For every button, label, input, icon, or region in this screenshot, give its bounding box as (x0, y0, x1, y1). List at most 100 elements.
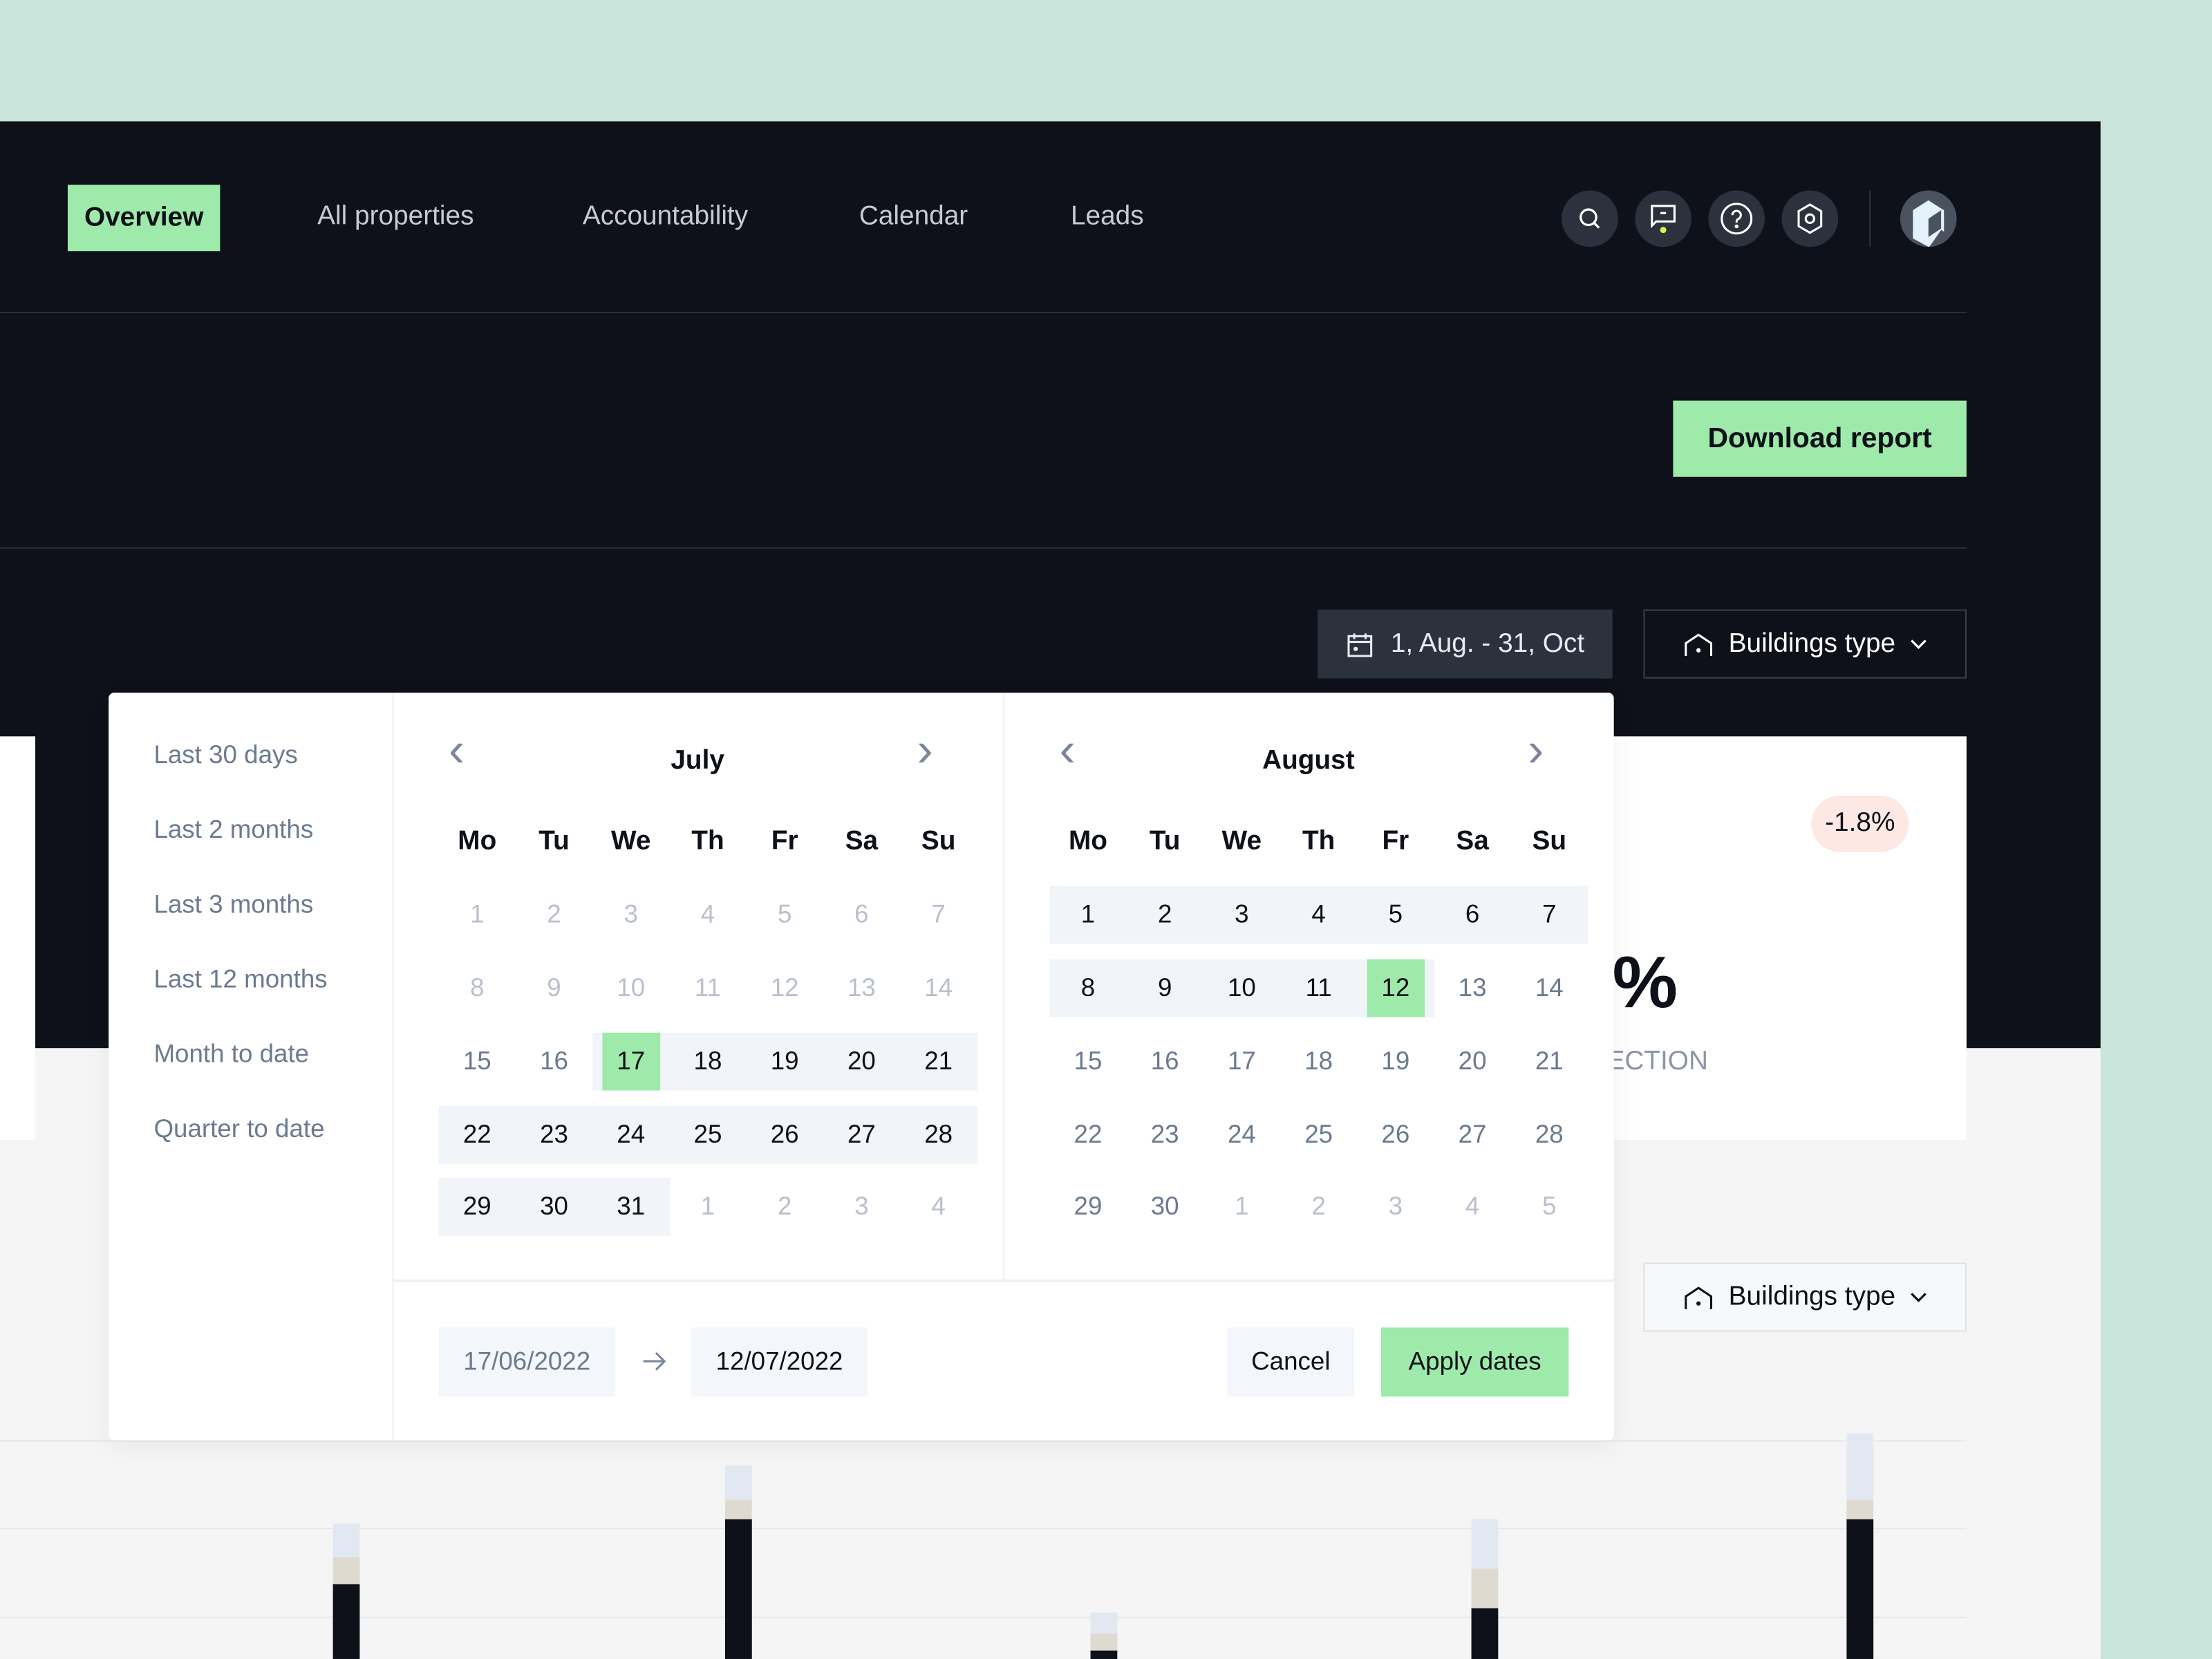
day-cell[interactable]: 13 (823, 959, 900, 1018)
day-cell[interactable]: 3 (592, 886, 669, 944)
day-cell[interactable]: 14 (900, 959, 977, 1018)
nav-overview[interactable]: Overview (67, 185, 221, 252)
day-cell[interactable]: 6 (1434, 886, 1510, 944)
day-cell[interactable]: 11 (1280, 959, 1357, 1018)
day-cell[interactable]: 26 (1357, 1106, 1434, 1164)
help-button[interactable] (1708, 190, 1765, 247)
day-cell[interactable]: 25 (669, 1106, 746, 1164)
arrow-right-icon (643, 1352, 666, 1371)
preset-item[interactable]: Last 30 days (153, 740, 297, 770)
day-cell[interactable]: 29 (439, 1178, 516, 1236)
day-cell[interactable]: 20 (1434, 1033, 1510, 1091)
day-cell[interactable]: 23 (1127, 1106, 1203, 1164)
day-cell[interactable]: 3 (1203, 886, 1280, 944)
grid-line (0, 1440, 1967, 1442)
day-cell[interactable]: 27 (823, 1106, 900, 1164)
day-cell[interactable]: 7 (900, 886, 977, 944)
nav-accountability[interactable]: Accountability (583, 202, 748, 233)
day-cell[interactable]: 18 (669, 1033, 746, 1091)
day-cell[interactable]: 2 (516, 886, 592, 944)
messages-button[interactable] (1635, 190, 1691, 247)
day-cell[interactable]: 11 (669, 959, 746, 1018)
nav-calendar[interactable]: Calendar (859, 202, 968, 233)
day-cell[interactable]: 22 (439, 1106, 516, 1164)
day-cell[interactable]: 10 (592, 959, 669, 1018)
day-cell[interactable]: 4 (669, 886, 746, 944)
preset-item[interactable]: Last 12 months (153, 965, 327, 995)
day-cell[interactable]: 2 (1127, 886, 1203, 944)
start-date-input[interactable]: 17/06/2022 (438, 1327, 615, 1397)
day-cell[interactable]: 8 (1049, 959, 1126, 1018)
day-cell[interactable]: 24 (1203, 1106, 1280, 1164)
preset-item[interactable]: Quarter to date (153, 1114, 324, 1144)
day-cell[interactable]: 12 (747, 959, 823, 1018)
day-cell[interactable]: 5 (1357, 886, 1434, 944)
day-cell[interactable]: 29 (1049, 1178, 1126, 1236)
avatar[interactable] (1900, 190, 1957, 247)
day-cell[interactable]: 15 (439, 1033, 516, 1091)
preset-item[interactable]: Last 3 months (153, 890, 313, 920)
day-cell[interactable]: 2 (1280, 1178, 1357, 1236)
day-cell[interactable]: 15 (1049, 1033, 1126, 1091)
apply-dates-button[interactable]: Apply dates (1380, 1327, 1569, 1397)
day-cell[interactable]: 14 (1511, 959, 1588, 1018)
preset-item[interactable]: Last 2 months (153, 816, 313, 845)
day-cell[interactable]: 17 (601, 1032, 660, 1091)
day-cell[interactable]: 17 (1203, 1033, 1280, 1091)
day-cell[interactable]: 1 (439, 886, 516, 944)
day-cell[interactable]: 9 (1127, 959, 1203, 1018)
day-cell[interactable]: 21 (900, 1033, 977, 1091)
preset-item[interactable]: Month to date (153, 1040, 309, 1069)
day-cell[interactable]: 20 (823, 1033, 900, 1091)
day-cell[interactable]: 16 (1127, 1033, 1203, 1091)
day-cell[interactable]: 4 (900, 1178, 977, 1236)
day-cell[interactable]: 21 (1511, 1033, 1588, 1091)
day-cell[interactable]: 25 (1280, 1106, 1357, 1164)
day-cell[interactable]: 5 (747, 886, 823, 944)
day-cell[interactable]: 19 (747, 1033, 823, 1091)
next-month-chevron-right-icon[interactable]: › (1528, 724, 1544, 779)
day-cell[interactable]: 1 (669, 1178, 746, 1236)
day-cell[interactable]: 22 (1049, 1106, 1126, 1164)
day-cell[interactable]: 18 (1280, 1033, 1357, 1091)
nav-all-properties[interactable]: All properties (317, 202, 474, 233)
day-cell[interactable]: 3 (1357, 1178, 1434, 1236)
day-cell[interactable]: 4 (1434, 1178, 1510, 1236)
cancel-button[interactable]: Cancel (1227, 1327, 1355, 1397)
day-cell[interactable]: 4 (1280, 886, 1357, 944)
buildings-type-dropdown-2[interactable]: Buildings type (1643, 1262, 1967, 1332)
day-cell[interactable]: 8 (439, 959, 516, 1018)
buildings-type-dropdown[interactable]: Buildings type (1643, 609, 1967, 679)
prev-month-chevron-left-icon[interactable]: ‹ (449, 724, 465, 779)
date-range-button[interactable]: 1, Aug. - 31, Oct (1318, 609, 1613, 679)
day-cell[interactable]: 19 (1357, 1033, 1434, 1091)
day-cell[interactable]: 7 (1511, 886, 1588, 944)
settings-button[interactable] (1781, 190, 1839, 247)
search-button[interactable] (1562, 190, 1618, 247)
day-cell[interactable]: 6 (823, 886, 900, 944)
day-cell[interactable]: 23 (516, 1106, 592, 1164)
day-cell[interactable]: 28 (1511, 1106, 1588, 1164)
day-cell[interactable]: 1 (1049, 886, 1126, 944)
day-cell[interactable]: 27 (1434, 1106, 1510, 1164)
nav-leads[interactable]: Leads (1071, 202, 1144, 233)
day-cell[interactable]: 31 (592, 1178, 669, 1236)
day-cell[interactable]: 5 (1511, 1178, 1588, 1236)
day-cell[interactable]: 12 (1367, 959, 1425, 1018)
day-cell[interactable]: 9 (516, 959, 592, 1018)
day-cell[interactable]: 13 (1434, 959, 1510, 1018)
next-month-chevron-right-icon[interactable]: › (917, 724, 933, 779)
day-cell[interactable]: 26 (747, 1106, 823, 1164)
day-cell[interactable]: 16 (516, 1033, 592, 1091)
download-report-button[interactable]: Download report (1673, 400, 1967, 477)
day-cell[interactable]: 3 (823, 1178, 900, 1236)
day-cell[interactable]: 10 (1203, 959, 1280, 1018)
prev-month-chevron-left-icon[interactable]: ‹ (1060, 724, 1076, 779)
day-cell[interactable]: 2 (747, 1178, 823, 1236)
day-cell[interactable]: 30 (516, 1178, 592, 1236)
day-cell[interactable]: 30 (1127, 1178, 1203, 1236)
day-cell[interactable]: 24 (592, 1106, 669, 1164)
end-date-input[interactable]: 12/07/2022 (691, 1327, 868, 1397)
day-cell[interactable]: 1 (1203, 1178, 1280, 1236)
day-cell[interactable]: 28 (900, 1106, 977, 1164)
